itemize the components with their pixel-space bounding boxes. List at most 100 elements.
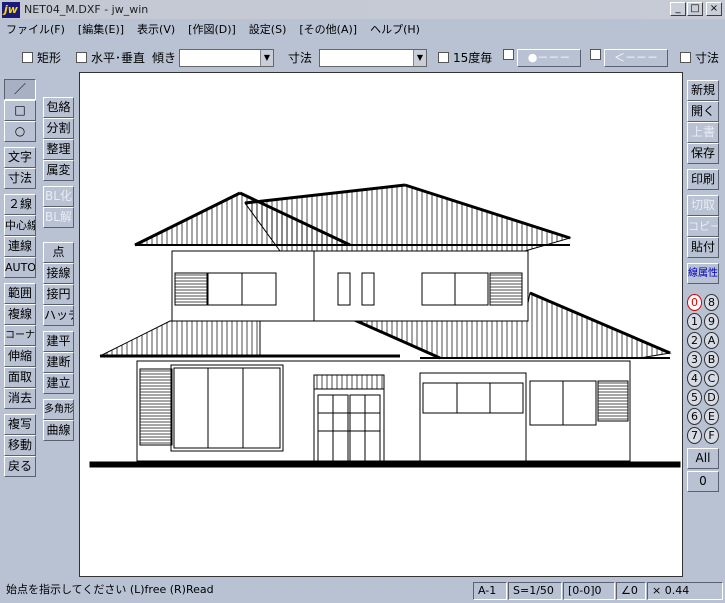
- point-button[interactable]: 点: [43, 242, 74, 263]
- menu-draw[interactable]: [作図(D)]: [188, 21, 236, 37]
- auto-mode-button[interactable]: AUTO: [4, 257, 36, 278]
- dim2-checkbox[interactable]: [680, 52, 691, 63]
- menu-edit[interactable]: [編集(E)]: [78, 21, 124, 37]
- menu-settings[interactable]: 設定(S): [249, 21, 287, 37]
- save-button[interactable]: 保存: [687, 143, 719, 164]
- layer-button[interactable]: 6: [687, 408, 702, 425]
- minimize-button[interactable]: _: [670, 2, 686, 16]
- copy-tool-button[interactable]: 複写: [4, 414, 36, 435]
- menu-view[interactable]: 表示(V): [137, 21, 175, 37]
- print-button[interactable]: 印刷: [687, 169, 719, 190]
- window-title: NET04_M.DXF - jw_win: [24, 3, 149, 16]
- status-angle[interactable]: ∠0: [616, 582, 646, 600]
- tangent-line-button[interactable]: 接線: [43, 263, 74, 284]
- right-tool-column: 新規 開く 上書 保存 印刷 切取 コピー 貼付 線属性 08 19 2A 3B…: [687, 80, 719, 492]
- layer-button[interactable]: 5: [687, 389, 702, 406]
- double-line-button[interactable]: ２線: [4, 194, 36, 215]
- open-file-button[interactable]: 開く: [687, 101, 719, 122]
- building-section-button[interactable]: 建断: [43, 352, 74, 373]
- layer-button[interactable]: 2: [687, 332, 702, 349]
- menu-file[interactable]: ファイル(F): [6, 21, 65, 37]
- connect-line-button[interactable]: 連線: [4, 236, 36, 257]
- hv-option[interactable]: 水平･垂直: [76, 49, 145, 66]
- layer-group-button[interactable]: 0: [687, 471, 719, 492]
- layer-button[interactable]: E: [704, 408, 719, 425]
- range-button[interactable]: 範囲: [4, 283, 36, 304]
- deg15-option[interactable]: 15度毎: [438, 49, 492, 66]
- cut-button[interactable]: 切取: [687, 195, 719, 216]
- block-create-button[interactable]: BL化: [43, 186, 74, 207]
- dim2-option[interactable]: 寸法: [680, 49, 719, 66]
- close-button[interactable]: ×: [706, 2, 722, 16]
- overwrite-button[interactable]: 上書: [687, 122, 719, 143]
- layer-button[interactable]: 4: [687, 370, 702, 387]
- menu-bar: ファイル(F) [編集(E)] 表示(V) [作図(D)] 設定(S) [その他…: [0, 19, 725, 39]
- chamfer-button[interactable]: 面取: [4, 367, 36, 388]
- corner-button[interactable]: コーナー: [4, 325, 36, 346]
- building-elevation-button[interactable]: 建立: [43, 373, 74, 394]
- circle-tool-button[interactable]: ○: [4, 121, 36, 142]
- drawing-canvas[interactable]: [79, 72, 683, 577]
- new-file-button[interactable]: 新規: [687, 80, 719, 101]
- cleanup-button[interactable]: 整理: [43, 139, 74, 160]
- line-tool-button[interactable]: ／: [4, 79, 36, 100]
- text-tool-button[interactable]: 文字: [4, 147, 36, 168]
- tangent-circle-button[interactable]: 接円: [43, 284, 74, 305]
- chevron-down-icon[interactable]: ▼: [260, 50, 273, 66]
- layer-button[interactable]: B: [704, 351, 719, 368]
- divide-button[interactable]: 分割: [43, 118, 74, 139]
- chevron-down-icon[interactable]: ▼: [413, 50, 426, 66]
- paste-button[interactable]: 貼付: [687, 237, 719, 258]
- block-explode-button[interactable]: BL解: [43, 207, 74, 228]
- attribute-change-button[interactable]: 属変: [43, 160, 74, 181]
- layer-button[interactable]: 8: [704, 294, 719, 311]
- status-group[interactable]: [0-0]0: [563, 582, 615, 600]
- building-plan-button[interactable]: 建平: [43, 331, 74, 352]
- deg15-label: 15度毎: [453, 51, 493, 65]
- btn2-checkbox[interactable]: [590, 49, 601, 60]
- layer-button[interactable]: F: [704, 427, 719, 444]
- rectangle-tool-button[interactable]: □: [4, 100, 36, 121]
- center-line-button[interactable]: 中心線: [4, 215, 36, 236]
- angle-combo[interactable]: ▼: [179, 49, 274, 67]
- line-attribute-button[interactable]: 線属性: [687, 263, 719, 284]
- menu-other[interactable]: [その他(A)]: [299, 21, 357, 37]
- curve-button[interactable]: 曲線: [43, 420, 74, 441]
- deg15-checkbox[interactable]: [438, 52, 449, 63]
- layer-button[interactable]: 9: [704, 313, 719, 330]
- btn1-checkbox-wrap[interactable]: [503, 49, 518, 60]
- offset-button[interactable]: 複線: [4, 304, 36, 325]
- status-layer[interactable]: A-1: [473, 582, 507, 600]
- move-tool-button[interactable]: 移動: [4, 435, 36, 456]
- app-icon: jw: [2, 1, 20, 18]
- layer-all-button[interactable]: All: [687, 448, 719, 469]
- layer-button[interactable]: 3: [687, 351, 702, 368]
- dimension-tool-button[interactable]: 寸法: [4, 168, 36, 189]
- stretch-button[interactable]: 伸縮: [4, 346, 36, 367]
- line-style-button[interactable]: ●－－－: [517, 49, 581, 67]
- hv-checkbox[interactable]: [76, 52, 87, 63]
- layer-button[interactable]: 0: [687, 294, 702, 311]
- layer-button[interactable]: 7: [687, 427, 702, 444]
- erase-button[interactable]: 消去: [4, 388, 36, 409]
- copy-button[interactable]: コピー: [687, 216, 719, 237]
- layer-button[interactable]: C: [704, 370, 719, 387]
- undo-button[interactable]: 戻る: [4, 456, 36, 477]
- btn1-checkbox[interactable]: [503, 49, 514, 60]
- layer-button[interactable]: D: [704, 389, 719, 406]
- polygon-button[interactable]: 多角形: [43, 399, 74, 420]
- rect-checkbox[interactable]: [22, 52, 33, 63]
- arrow-style-button[interactable]: ＜－－－: [604, 49, 668, 67]
- btn2-checkbox-wrap[interactable]: [590, 49, 605, 60]
- envelope-button[interactable]: 包絡: [43, 97, 74, 118]
- angle-label: 傾き: [152, 51, 177, 65]
- dim-combo[interactable]: ▼: [319, 49, 427, 67]
- menu-help[interactable]: ヘルプ(H): [370, 21, 420, 37]
- rect-option[interactable]: 矩形: [22, 49, 61, 66]
- layer-button[interactable]: A: [704, 332, 719, 349]
- status-zoom[interactable]: × 0.44: [647, 582, 723, 600]
- status-scale[interactable]: S=1/50: [508, 582, 562, 600]
- maximize-button[interactable]: □: [687, 2, 703, 16]
- layer-button[interactable]: 1: [687, 313, 702, 330]
- hatch-button[interactable]: ハッチ: [43, 305, 74, 326]
